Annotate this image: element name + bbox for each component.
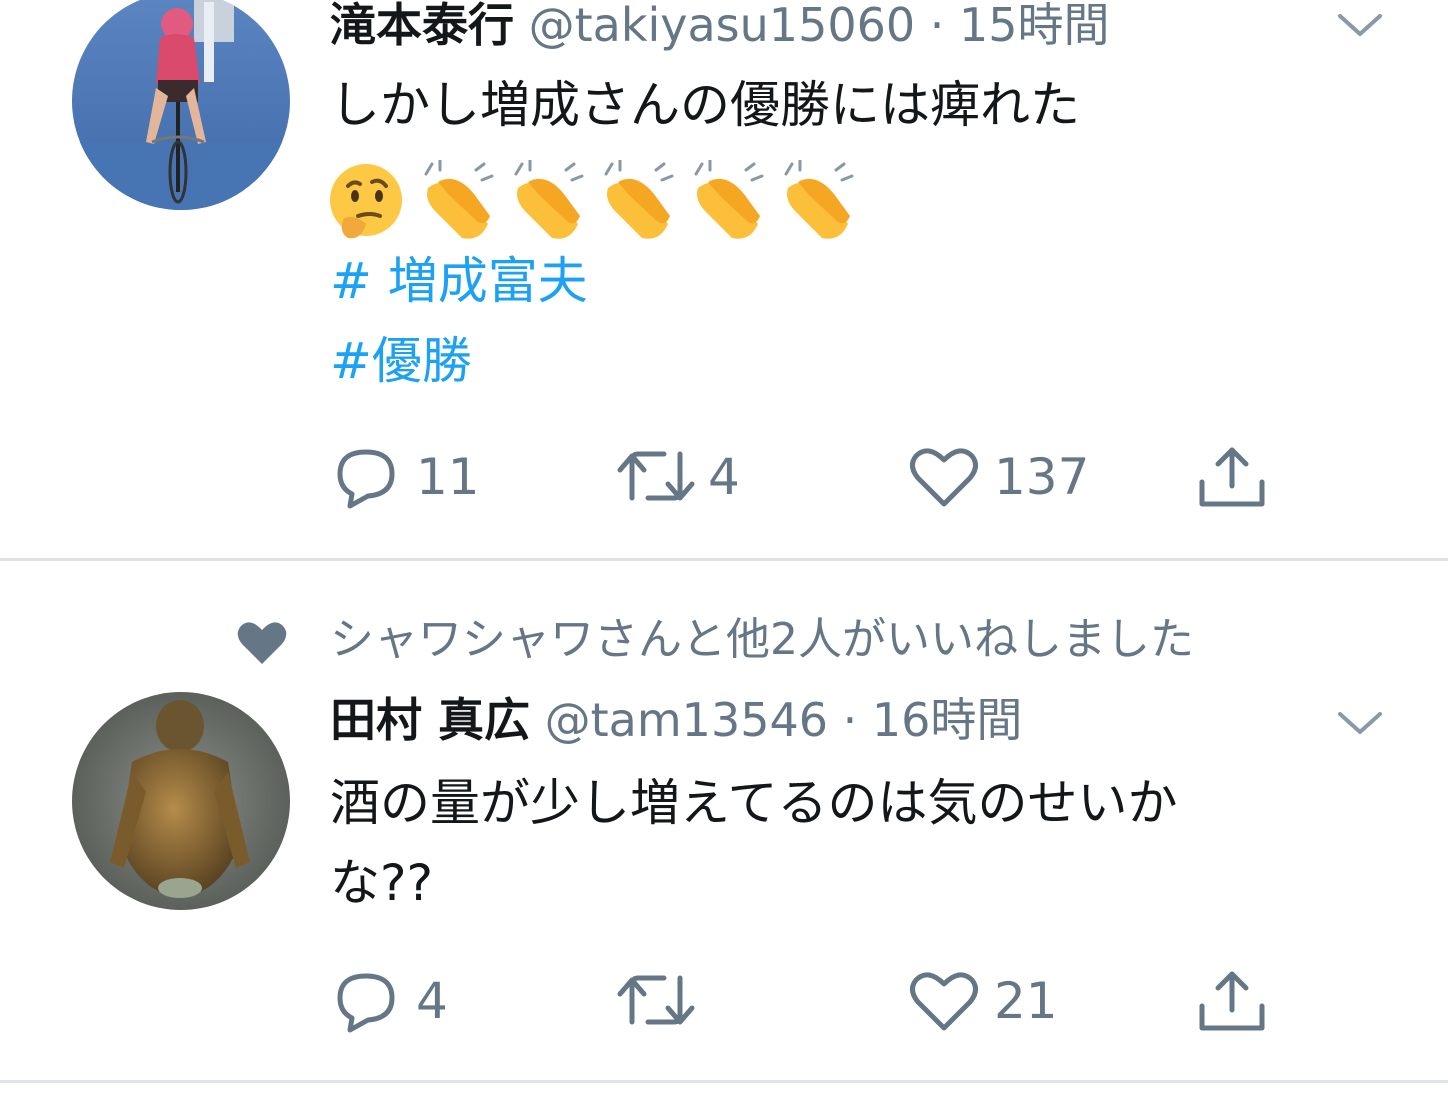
heart-outline-icon (910, 448, 978, 507)
tweet-text: しかし増成さんの優勝には痺れた (330, 76, 1080, 134)
heart-filled-icon (237, 622, 287, 664)
retweet-icon (617, 975, 695, 1025)
tweet-actions: 4 21 (0, 960, 1448, 1040)
tweet-divider (0, 1080, 1448, 1083)
reply-count: 11 (416, 448, 480, 506)
retweet-icon (617, 451, 695, 501)
liked-by-text: シャワシャワさんと他2人がいいねしました (330, 614, 1194, 665)
tweet-text: な?? (330, 854, 434, 912)
share-icon (1199, 971, 1265, 1031)
chevron-down-icon[interactable] (1336, 708, 1384, 738)
header-separator: · (929, 0, 945, 52)
tweet-header: 滝本泰行 @takiyasu15060 · 15時間 (330, 0, 1110, 53)
timeline: 滝本泰行 @takiyasu15060 · 15時間 しかし増成さんの優勝には痺… (0, 0, 1448, 1107)
tweet[interactable]: シャワシャワさんと他2人がいいねしました 田村 真広 @tam13546 · 1… (0, 562, 1448, 1082)
author-name[interactable]: 滝本泰行 (330, 0, 514, 52)
reply-icon (337, 973, 395, 1033)
author-handle[interactable]: @tam13546 (545, 693, 828, 747)
clapping-hands-emoji (694, 160, 764, 239)
clapping-hands-emoji (604, 160, 674, 239)
tweet-actions: 11 4 137 (0, 436, 1448, 516)
clapping-hands-emoji (424, 160, 494, 239)
hashtag-link[interactable]: #優勝 (330, 326, 472, 396)
like-count: 137 (994, 448, 1090, 506)
retweet-count: 4 (708, 448, 740, 506)
clapping-hands-emoji (514, 160, 584, 239)
tweet-divider (0, 558, 1448, 561)
tweet-text: 酒の量が少し増えてるのは気のせいか (330, 774, 1178, 832)
tweet[interactable]: 滝本泰行 @takiyasu15060 · 15時間 しかし増成さんの優勝には痺… (0, 0, 1448, 560)
author-name[interactable]: 田村 真広 (330, 693, 530, 747)
reply-count: 4 (416, 972, 448, 1030)
avatar[interactable] (72, 0, 290, 210)
author-handle[interactable]: @takiyasu15060 (529, 0, 916, 52)
share-icon (1199, 447, 1265, 507)
heart-outline-icon (910, 972, 978, 1031)
tweet-time[interactable]: 16時間 (872, 693, 1023, 747)
tweet-header: 田村 真広 @tam13546 · 16時間 (330, 692, 1022, 748)
reply-icon (337, 449, 395, 509)
hashtag-link[interactable]: # 増成富夫 (330, 246, 588, 316)
like-count: 21 (994, 972, 1058, 1030)
cyclist-avatar-image (72, 0, 290, 210)
header-separator: · (842, 693, 858, 747)
clapping-hands-emoji (784, 160, 854, 239)
tweet-time[interactable]: 15時間 (959, 0, 1110, 52)
avatar[interactable] (72, 692, 290, 910)
emoji-row (326, 160, 856, 244)
statue-avatar-image (72, 692, 290, 910)
thinking-face-emoji (330, 164, 402, 239)
chevron-down-icon[interactable] (1336, 10, 1384, 40)
